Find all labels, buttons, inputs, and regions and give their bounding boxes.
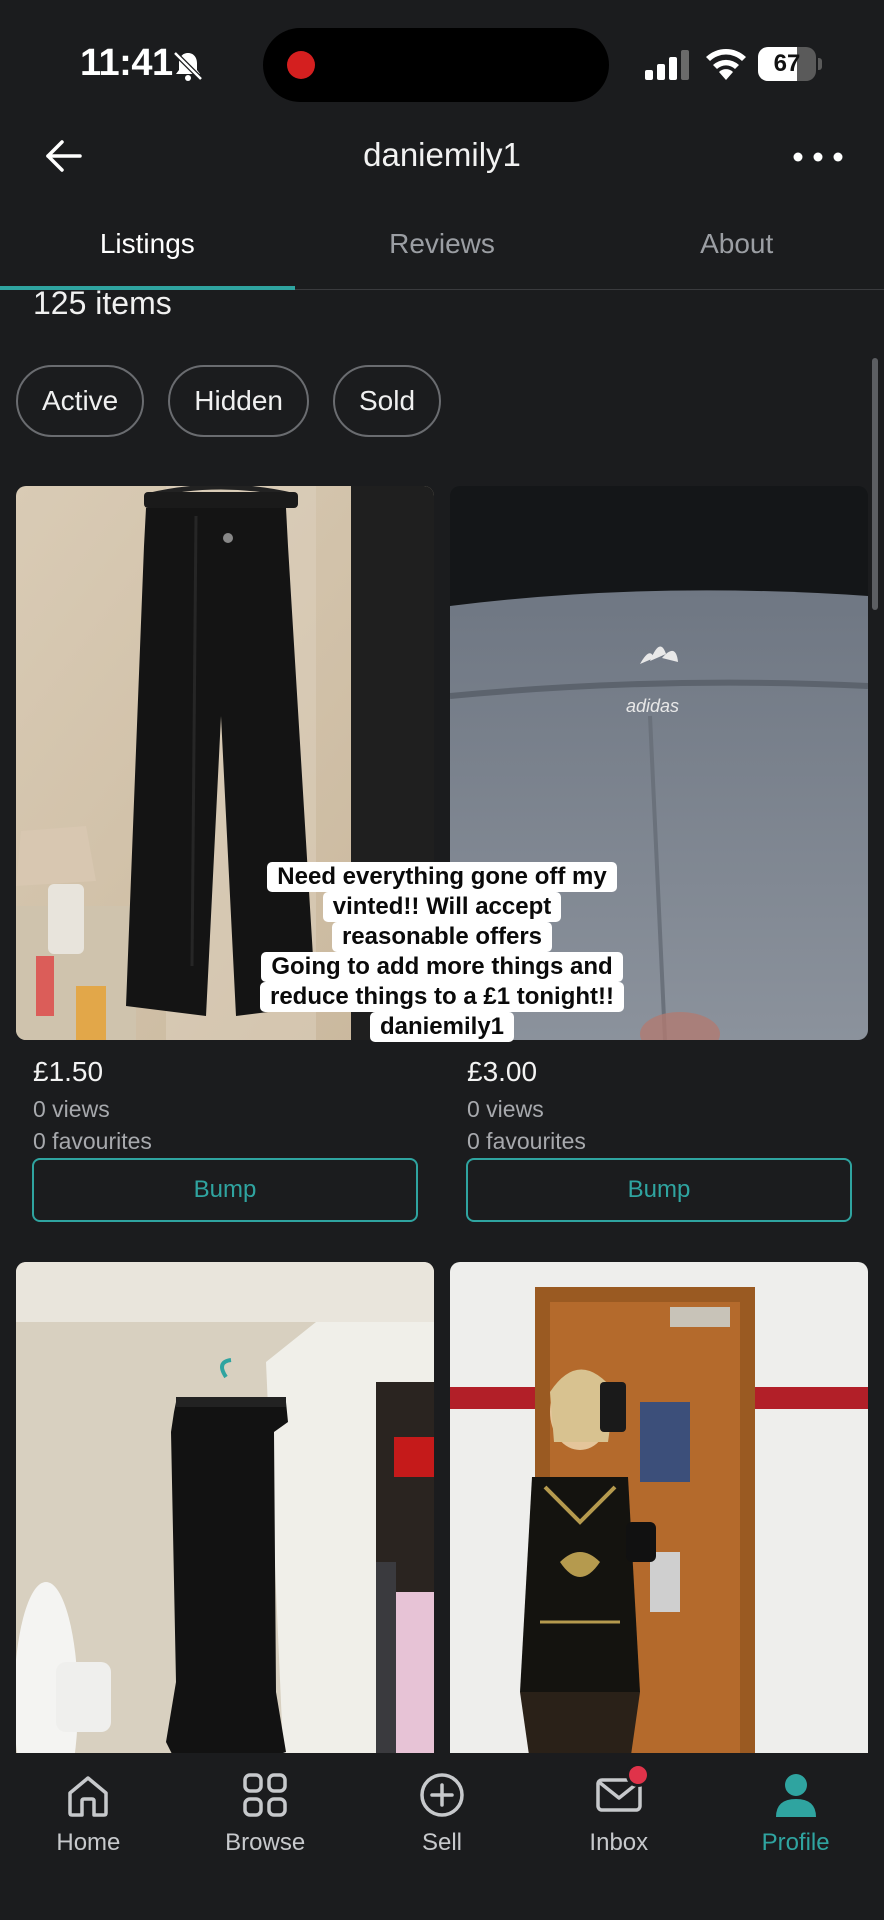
product-image[interactable] — [450, 1262, 868, 1816]
nav-sell-label: Sell — [421, 1829, 462, 1856]
product-card[interactable] — [450, 1262, 868, 1821]
filter-chips: Active Hidden Sold — [16, 365, 442, 437]
grid-icon — [243, 1773, 287, 1817]
filter-active-chip[interactable]: Active — [16, 365, 145, 437]
nav-inbox-label: Inbox — [589, 1829, 649, 1856]
product-price: £3.00 — [467, 1056, 538, 1087]
home-icon — [68, 1776, 109, 1817]
battery-percent: 67 — [773, 50, 801, 77]
product-views: 0 views — [33, 1096, 110, 1122]
nav-profile[interactable]: Profile — [707, 1753, 884, 1920]
tab-listings[interactable]: Listings — [0, 212, 295, 290]
nav-sell[interactable]: Sell — [354, 1753, 531, 1920]
product-card[interactable]: adidas £3.00 0 views 0 favourites Bump — [449, 486, 869, 1222]
filter-sold-chip[interactable]: Sold — [332, 365, 442, 437]
page-title: daniemily1 — [363, 136, 521, 173]
product-image[interactable]: adidas — [449, 486, 869, 1056]
dynamic-island — [263, 28, 609, 102]
product-favourites: 0 favourites — [33, 1128, 152, 1154]
product-image[interactable] — [14, 1262, 434, 1822]
bottom-nav: Home Browse Sell Inbox Profile — [0, 1753, 884, 1920]
filter-hidden-chip[interactable]: Hidden — [168, 365, 309, 437]
top-bar: daniemily1 — [0, 120, 884, 190]
tab-about[interactable]: About — [589, 212, 884, 289]
product-card[interactable] — [14, 1262, 434, 1822]
bump-button[interactable]: Bump — [32, 1158, 418, 1222]
status-time: 11:41 — [80, 42, 173, 84]
product-image[interactable] — [16, 484, 434, 1040]
product-views: 0 views — [467, 1096, 544, 1122]
plus-circle-icon — [420, 1773, 464, 1817]
recording-indicator-icon — [287, 51, 315, 79]
nav-inbox[interactable]: Inbox — [530, 1753, 707, 1920]
tab-reviews[interactable]: Reviews — [295, 212, 590, 289]
svg-text:adidas: adidas — [626, 696, 679, 716]
bump-button[interactable]: Bump — [466, 1158, 852, 1222]
more-options-icon[interactable] — [790, 142, 846, 172]
product-card[interactable]: £1.50 0 views 0 favourites Bump — [16, 484, 434, 1222]
scrollbar[interactable] — [872, 358, 878, 610]
bell-slash-icon — [173, 51, 203, 81]
battery-icon: 67 — [758, 47, 822, 81]
nav-home[interactable]: Home — [0, 1753, 177, 1920]
wifi-icon — [706, 49, 746, 80]
item-count: 125 items — [33, 285, 172, 321]
nav-browse[interactable]: Browse — [177, 1753, 354, 1920]
nav-browse-label: Browse — [225, 1829, 306, 1856]
person-icon — [775, 1774, 816, 1817]
cellular-signal-icon — [645, 50, 689, 80]
nav-home-label: Home — [56, 1829, 121, 1856]
notification-badge — [626, 1763, 651, 1787]
profile-tabs: Listings Reviews About — [0, 212, 884, 290]
product-favourites: 0 favourites — [467, 1128, 586, 1154]
product-price: £1.50 — [33, 1056, 104, 1087]
status-bar: 11:41 67 — [0, 0, 884, 120]
nav-profile-label: Profile — [761, 1829, 830, 1856]
